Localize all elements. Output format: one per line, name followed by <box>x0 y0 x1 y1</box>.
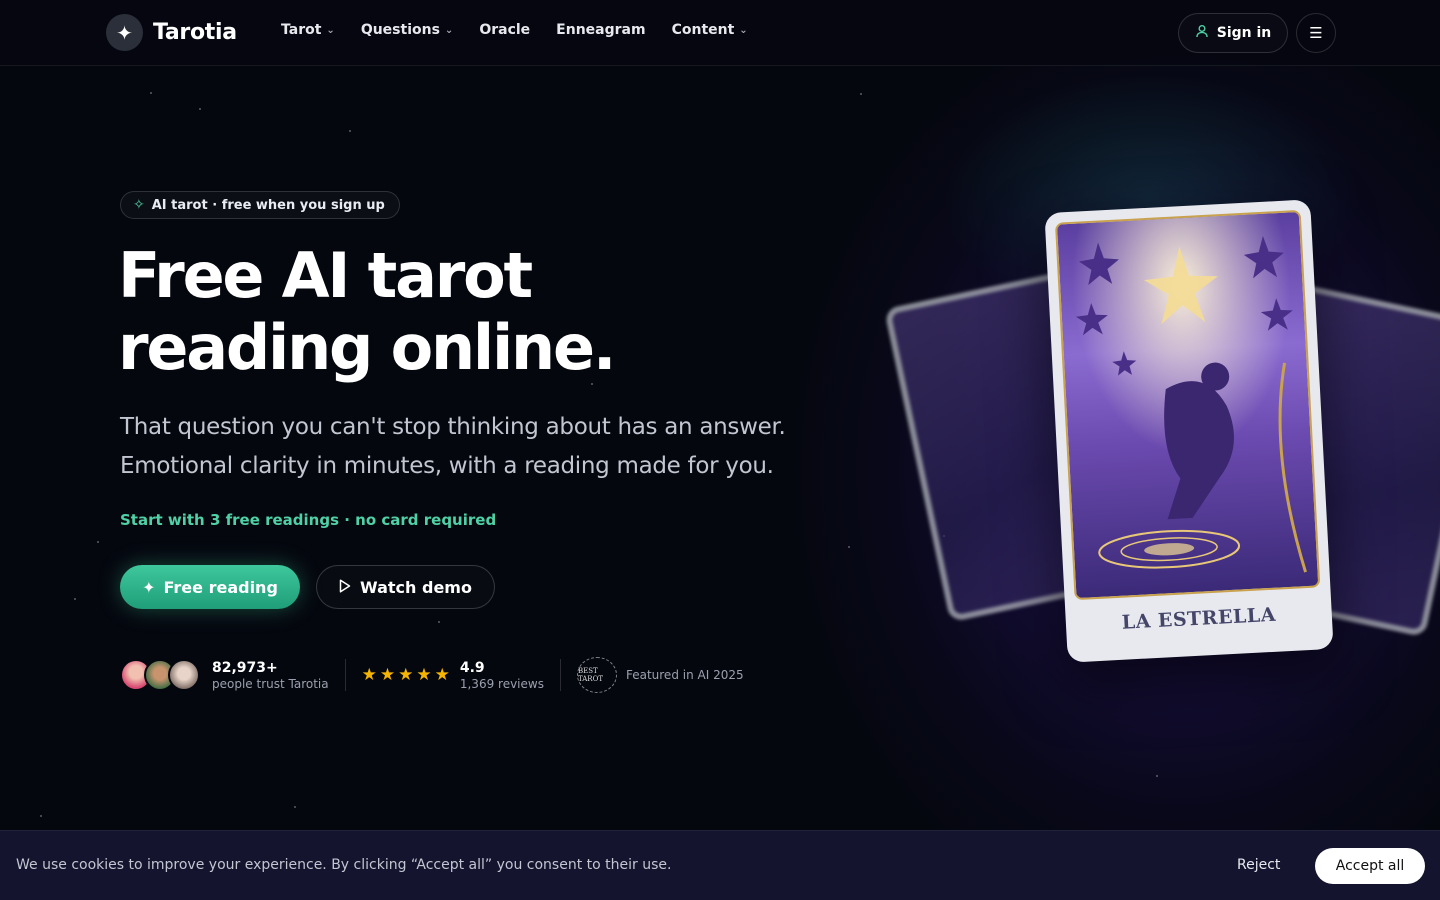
nav-item-questions[interactable]: Questions ⌄ <box>361 22 454 38</box>
star-icon: ★ <box>416 665 432 685</box>
featured-text: Featured in AI 2025 <box>625 668 744 682</box>
nav-item-label: Questions <box>360 22 440 38</box>
sparkles-icon: ✧ <box>133 197 145 213</box>
nav-item-oracle[interactable]: Oracle <box>479 22 530 38</box>
nav-item-label: Content <box>671 22 735 38</box>
free-reading-button[interactable]: ✦ Free reading <box>120 565 300 609</box>
user-avatars <box>120 659 200 691</box>
accept-label: Accept all <box>1335 858 1405 874</box>
award-laurel-icon: BEST TAROT <box>576 657 617 693</box>
star-icon: ★ <box>361 665 377 685</box>
reviews-count: 1,369 reviews <box>459 676 544 691</box>
user-icon <box>1195 24 1209 42</box>
users-count: 82,973+ <box>212 659 278 676</box>
cookie-banner: We use cookies to improve your experienc… <box>0 830 1440 900</box>
sign-in-label: Sign in <box>1216 25 1272 41</box>
award-text: BEST TAROT <box>577 667 603 683</box>
sign-in-button[interactable]: Sign in <box>1178 13 1288 53</box>
rating-value: 4.9 <box>459 659 485 676</box>
divider <box>344 659 346 691</box>
hero-title-line: Free AI tarot <box>118 239 533 312</box>
chevron-down-icon: ⌄ <box>326 24 335 36</box>
avatar <box>168 659 200 691</box>
play-icon <box>339 578 351 596</box>
divider <box>559 659 561 691</box>
card-name: LA ESTRELLA <box>1121 603 1277 634</box>
badge-text: AI tarot · free when you sign up <box>151 197 385 213</box>
social-proof: 82,973+ people trust Tarotia ★ ★ ★ ★ ★ 4… <box>120 655 744 695</box>
users-count-block: 82,973+ people trust Tarotia <box>212 660 329 691</box>
star-icon: ★ <box>434 665 450 685</box>
free-reading-label: Free reading <box>163 577 278 597</box>
hero-subtitle-line: That question you can't stop thinking ab… <box>120 414 786 440</box>
star-card-artwork <box>1057 211 1319 599</box>
chevron-down-icon: ⌄ <box>739 24 748 36</box>
star-icon: ★ <box>379 665 396 685</box>
star-rating: ★ ★ ★ ★ ★ <box>362 665 450 685</box>
hero-title: Free AI tarot reading online. <box>118 240 758 384</box>
free-readings-promo: Start with 3 free readings · no card req… <box>120 511 497 529</box>
star-icon: ★ <box>398 665 414 685</box>
watch-demo-button[interactable]: Watch demo <box>316 565 495 609</box>
rating-block: 4.9 1,369 reviews <box>460 660 544 691</box>
watch-demo-label: Watch demo <box>360 577 472 597</box>
nav-item-label: Oracle <box>479 22 531 38</box>
menu-button[interactable]: ☰ <box>1296 13 1336 53</box>
site-header: ✦ Tarotia Tarot ⌄ Questions ⌄ Oracle Enn… <box>0 0 1440 66</box>
hamburger-icon: ☰ <box>1309 24 1323 42</box>
card-illustration <box>1054 209 1321 601</box>
nav-item-content[interactable]: Content ⌄ <box>672 22 748 38</box>
tarot-card-main: LA ESTRELLA <box>1044 199 1334 663</box>
accept-cookies-button[interactable]: Accept all <box>1315 848 1425 884</box>
reject-cookies-button[interactable]: Reject <box>1237 857 1280 873</box>
cookie-message: We use cookies to improve your experienc… <box>16 857 672 873</box>
chevron-down-icon: ⌄ <box>444 24 454 36</box>
sparkle-icon: ✦ <box>142 577 156 597</box>
brand-logo[interactable]: ✦ Tarotia <box>106 14 237 51</box>
nav-item-tarot[interactable]: Tarot ⌄ <box>281 22 335 38</box>
hero-title-line: reading online. <box>118 311 616 384</box>
hero-subtitle-line: Emotional clarity in minutes, with a rea… <box>120 453 774 479</box>
brand-name: Tarotia <box>153 20 237 45</box>
hero-subtitle: That question you can't stop thinking ab… <box>120 408 800 486</box>
nav-item-enneagram[interactable]: Enneagram <box>556 22 645 38</box>
nav-item-label: Tarot <box>281 22 322 38</box>
users-label: people trust Tarotia <box>212 676 329 691</box>
nav-item-label: Enneagram <box>556 22 646 38</box>
hero-badge: ✧ AI tarot · free when you sign up <box>120 191 400 219</box>
sparkle-icon: ✦ <box>106 14 143 51</box>
main-nav: Tarot ⌄ Questions ⌄ Oracle Enneagram Con… <box>281 22 748 38</box>
